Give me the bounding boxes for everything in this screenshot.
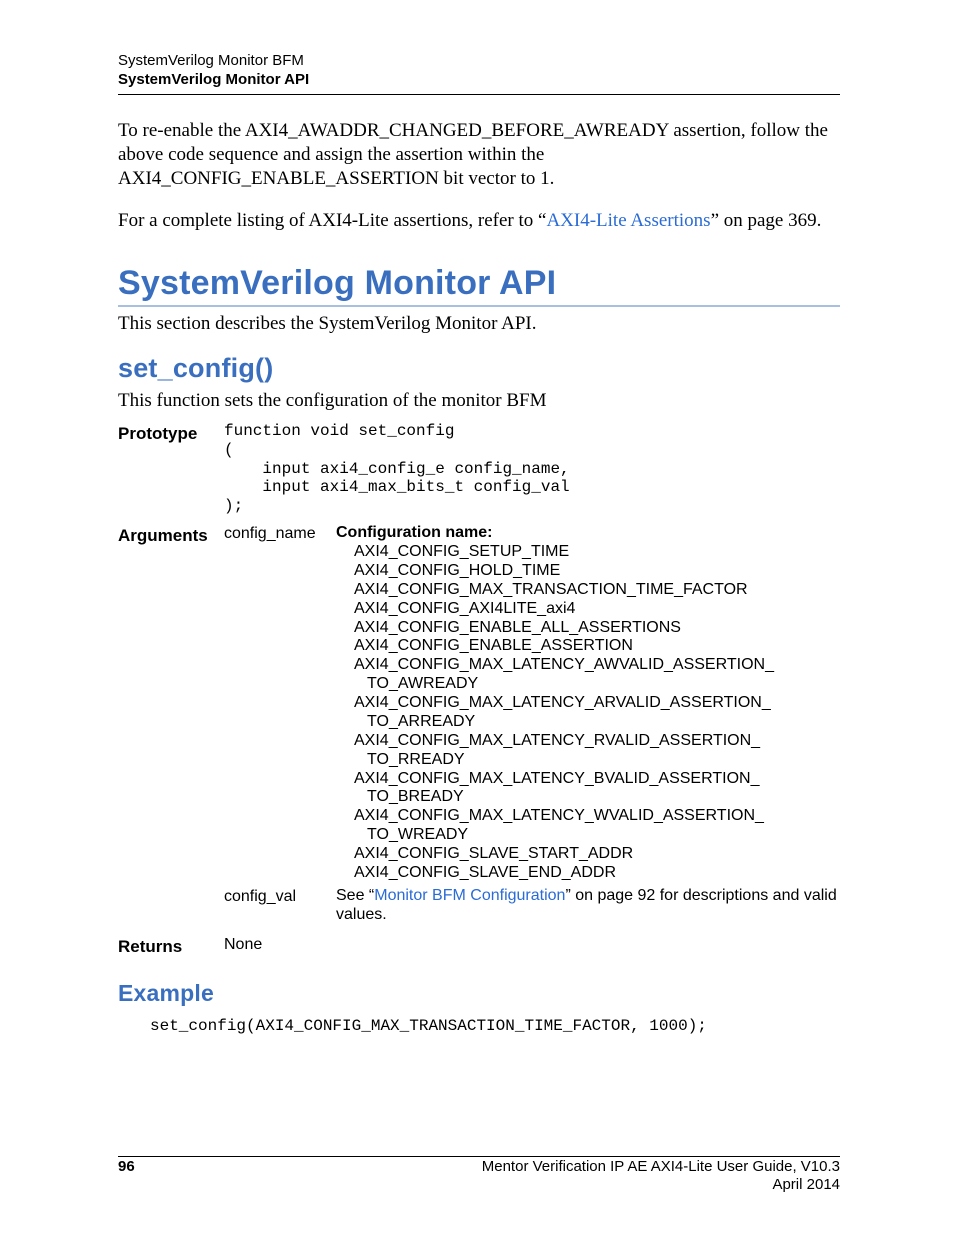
footer: 96 Mentor Verification IP AE AXI4-Lite U… [118, 1158, 840, 1196]
running-head-line2: SystemVerilog Monitor API [118, 71, 840, 90]
arg-config-name-desc: Configuration name: AXI4_CONFIG_SETUP_TI… [336, 524, 840, 883]
footer-date: April 2014 [482, 1176, 840, 1195]
config-val-pre: See “ [336, 887, 374, 904]
config-name-item: TO_AWREADY [354, 675, 840, 694]
func-title: set_config() [118, 353, 840, 384]
footer-title: Mentor Verification IP AE AXI4-Lite User… [482, 1158, 840, 1177]
config-name-item: AXI4_CONFIG_MAX_LATENCY_RVALID_ASSERTION… [354, 732, 840, 751]
config-name-item: AXI4_CONFIG_SETUP_TIME [354, 543, 840, 562]
example-title: Example [118, 980, 840, 1007]
config-name-item: TO_WREADY [354, 826, 840, 845]
arg-config-val-desc: See “Monitor BFM Configuration” on page … [336, 887, 840, 925]
func-desc: This function sets the configuration of … [118, 390, 840, 412]
arg-config-val: config_val [224, 887, 336, 906]
arg-config-name: config_name [224, 524, 336, 543]
section-desc: This section describes the SystemVerilog… [118, 313, 840, 335]
config-name-item: TO_RREADY [354, 751, 840, 770]
intro-para2-post: ” on page 369. [711, 210, 822, 231]
intro-paragraph-2: For a complete listing of AXI4-Lite asse… [118, 209, 840, 233]
example-code: set_config(AXI4_CONFIG_MAX_TRANSACTION_T… [150, 1017, 840, 1035]
config-name-item: AXI4_CONFIG_SLAVE_END_ADDR [354, 864, 840, 883]
config-name-item: AXI4_CONFIG_HOLD_TIME [354, 562, 840, 581]
arg-config-val-row: config_val See “Monitor BFM Configuratio… [224, 887, 840, 925]
config-name-item: TO_ARREADY [354, 713, 840, 732]
config-name-item: AXI4_CONFIG_AXI4LITE_axi4 [354, 600, 840, 619]
prototype-code: function void set_config ( input axi4_co… [224, 422, 840, 516]
intro-paragraph-1: To re-enable the AXI4_AWADDR_CHANGED_BEF… [118, 119, 840, 192]
running-head-line1: SystemVerilog Monitor BFM [118, 52, 840, 71]
prototype-row: Prototype function void set_config ( inp… [118, 422, 840, 516]
prototype-label: Prototype [118, 422, 224, 444]
header-rule [118, 94, 840, 95]
config-name-item: AXI4_CONFIG_MAX_TRANSACTION_TIME_FACTOR [354, 581, 840, 600]
page-number: 96 [118, 1158, 135, 1196]
returns-label: Returns [118, 935, 224, 957]
config-name-item: AXI4_CONFIG_ENABLE_ALL_ASSERTIONS [354, 619, 840, 638]
returns-row: Returns None [118, 935, 840, 958]
config-name-item: AXI4_CONFIG_SLAVE_START_ADDR [354, 845, 840, 864]
intro-para2-pre: For a complete listing of AXI4-Lite asse… [118, 210, 546, 231]
config-name-item: AXI4_CONFIG_MAX_LATENCY_BVALID_ASSERTION… [354, 770, 840, 789]
config-name-item: AXI4_CONFIG_MAX_LATENCY_ARVALID_ASSERTIO… [354, 694, 840, 713]
arguments-row: Arguments config_name Configuration name… [118, 524, 840, 928]
link-monitor-bfm-configuration[interactable]: Monitor BFM Configuration [374, 887, 565, 904]
arguments-label: Arguments [118, 524, 224, 546]
config-name-item: AXI4_CONFIG_ENABLE_ASSERTION [354, 637, 840, 656]
arg-config-name-row: config_name Configuration name: AXI4_CON… [224, 524, 840, 883]
section-title: SystemVerilog Monitor API [118, 264, 840, 307]
config-name-item: AXI4_CONFIG_MAX_LATENCY_WVALID_ASSERTION… [354, 807, 840, 826]
config-name-title: Configuration name: [336, 524, 492, 541]
config-name-item: TO_BREADY [354, 788, 840, 807]
config-name-list: AXI4_CONFIG_SETUP_TIMEAXI4_CONFIG_HOLD_T… [336, 543, 840, 883]
link-axi4-lite-assertions[interactable]: AXI4-Lite Assertions [546, 210, 710, 231]
returns-value: None [224, 935, 336, 954]
running-head: SystemVerilog Monitor BFM SystemVerilog … [118, 52, 840, 90]
config-name-item: AXI4_CONFIG_MAX_LATENCY_AWVALID_ASSERTIO… [354, 656, 840, 675]
